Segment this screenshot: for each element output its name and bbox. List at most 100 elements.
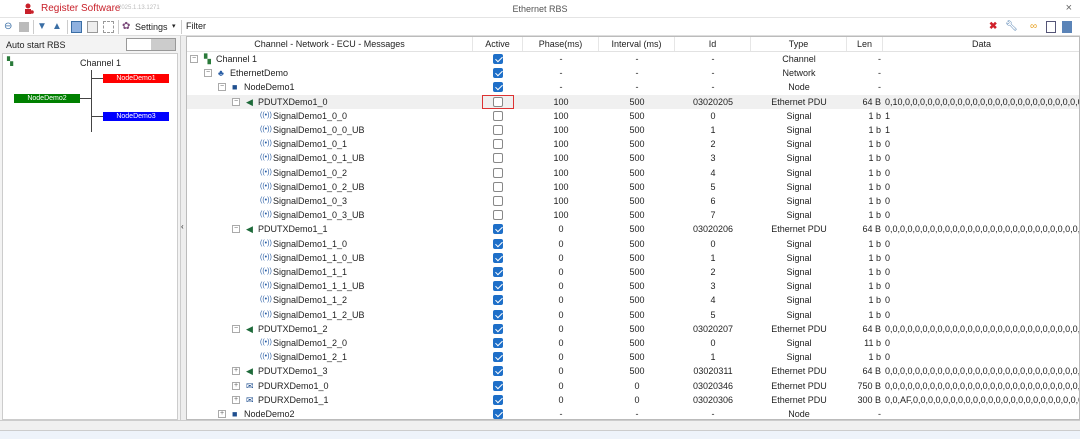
table-row[interactable]: ((•)) SignalDemo1_1_2 0 500 4 Signal 1 b 0: [187, 293, 1079, 307]
node-demo3[interactable]: NodeDemo3: [103, 112, 169, 121]
chevron-down-icon[interactable]: ▾: [172, 21, 176, 33]
active-checkbox[interactable]: [493, 210, 503, 221]
table-row[interactable]: + ✉ PDURXDemo1_1 0 0 03020306 Ethernet PDU 300 …: [187, 393, 1079, 407]
node-demo2[interactable]: NodeDemo2: [14, 94, 80, 103]
auto-start-toggle[interactable]: [126, 38, 176, 51]
active-checkbox[interactable]: [493, 238, 503, 249]
collapse-icon[interactable]: −: [218, 83, 226, 92]
table-row[interactable]: ((•)) SignalDemo1_0_2 100 500 4 Signal 1 b 0: [187, 166, 1079, 180]
horizontal-scrollbar[interactable]: [0, 420, 1080, 430]
tree-cell: ((•)) SignalDemo1_0_0_UB: [187, 123, 473, 137]
table-row[interactable]: ((•)) SignalDemo1_1_1_UB 0 500 3 Signal 1 b 0: [187, 279, 1079, 293]
active-checkbox[interactable]: [493, 54, 503, 64]
active-checkbox[interactable]: [493, 394, 503, 405]
active-checkbox[interactable]: [493, 281, 503, 292]
table-row[interactable]: + ■ NodeDemo2 - - - Node -: [187, 407, 1079, 419]
collapse-icon[interactable]: −: [204, 69, 212, 78]
table-row[interactable]: ((•)) SignalDemo1_2_0 0 500 0 Signal 11 b 0: [187, 336, 1079, 350]
active-checkbox[interactable]: [493, 252, 503, 263]
interval-cell: 500: [629, 309, 645, 320]
table-row[interactable]: ((•)) SignalDemo1_0_3 100 500 6 Signal 1 b 0: [187, 194, 1079, 208]
collapse-icon[interactable]: −: [232, 324, 240, 333]
window-export-icon[interactable]: [1062, 21, 1072, 33]
collapse-icon[interactable]: −: [232, 225, 240, 234]
settings-button[interactable]: Settings: [135, 21, 168, 33]
start-icon[interactable]: ⊖: [4, 21, 12, 33]
stop-icon[interactable]: [19, 22, 29, 32]
id-cell: 4: [710, 295, 716, 306]
clear-filter-icon[interactable]: ✖: [989, 21, 997, 33]
active-checkbox[interactable]: [493, 153, 503, 164]
active-checkbox[interactable]: [493, 181, 503, 192]
node-demo1[interactable]: NodeDemo1: [103, 74, 169, 83]
active-checkbox[interactable]: [493, 352, 503, 363]
table-row[interactable]: ((•)) SignalDemo1_0_1 100 500 2 Signal 1 b 0: [187, 137, 1079, 151]
column-header-3[interactable]: Interval (ms): [599, 37, 675, 51]
active-checkbox[interactable]: [493, 380, 503, 391]
table-row[interactable]: − ▚ Channel 1 - - - Channel -: [187, 52, 1079, 66]
active-checkbox[interactable]: [493, 323, 503, 334]
expand-icon[interactable]: +: [232, 395, 240, 404]
column-header-7[interactable]: Data: [883, 37, 1079, 51]
signal-icon: ((•)): [260, 268, 272, 275]
table-row[interactable]: − ◀ PDUTXDemo1_0 100 500 03020205 Ethernet PDU…: [187, 94, 1079, 109]
active-checkbox[interactable]: [493, 224, 503, 235]
column-header-0[interactable]: Channel - Network - ECU - Messages: [187, 37, 473, 51]
table-row[interactable]: ((•)) SignalDemo1_1_1 0 500 2 Signal 1 b 0: [187, 265, 1079, 279]
active-checkbox[interactable]: [493, 68, 503, 79]
active-checkbox[interactable]: [493, 309, 503, 320]
check-all-icon[interactable]: [71, 21, 82, 33]
table-row[interactable]: − ◀ PDUTXDemo1_1 0 500 03020206 Ethernet PDU 64…: [187, 222, 1079, 236]
column-header-4[interactable]: Id: [675, 37, 751, 51]
table-row[interactable]: + ◀ PDUTXDemo1_3 0 500 03020311 Ethernet PDU 64…: [187, 364, 1079, 378]
table-row[interactable]: − ♣ EthernetDemo - - - Network -: [187, 66, 1079, 80]
active-checkbox[interactable]: [493, 295, 503, 306]
table-row[interactable]: ((•)) SignalDemo1_0_2_UB 100 500 5 Signal 1 b 0: [187, 180, 1079, 194]
table-row[interactable]: ((•)) SignalDemo1_0_1_UB 100 500 3 Signal 1 b 0: [187, 151, 1079, 165]
expand-icon[interactable]: +: [232, 367, 240, 376]
table-row[interactable]: ((•)) SignalDemo1_0_0 100 500 0 Signal 1 b 1: [187, 109, 1079, 123]
active-checkbox[interactable]: [493, 167, 503, 178]
chevron-left-icon[interactable]: ‹: [181, 222, 184, 231]
table-row[interactable]: − ◀ PDUTXDemo1_2 0 500 03020207 Ethernet PDU 64…: [187, 322, 1079, 336]
column-header-5[interactable]: Type: [751, 37, 847, 51]
table-row[interactable]: − ■ NodeDemo1 - - - Node -: [187, 80, 1079, 94]
close-icon[interactable]: ×: [1066, 2, 1072, 14]
table-row[interactable]: ((•)) SignalDemo1_1_2_UB 0 500 5 Signal 1 b 0: [187, 308, 1079, 322]
active-checkbox[interactable]: [493, 366, 503, 377]
list-icon[interactable]: [87, 21, 98, 33]
table-row[interactable]: ((•)) SignalDemo1_0_0_UB 100 500 1 Signal 1 b 1: [187, 123, 1079, 137]
active-checkbox[interactable]: [493, 82, 503, 93]
column-header-2[interactable]: Phase(ms): [523, 37, 599, 51]
active-checkbox[interactable]: [493, 125, 503, 135]
phase-cell: 0: [558, 366, 564, 377]
expand-icon[interactable]: +: [218, 410, 226, 418]
expand-icon[interactable]: +: [232, 381, 240, 390]
wrench-icon[interactable]: 🔧︎: [1005, 21, 1018, 33]
table-row[interactable]: ((•)) SignalDemo1_1_0_UB 0 500 1 Signal 1 b 0: [187, 251, 1079, 265]
active-checkbox[interactable]: [493, 110, 503, 121]
link-icon[interactable]: ∞: [1030, 21, 1037, 33]
window-close-icon[interactable]: [1046, 21, 1056, 33]
active-checkbox[interactable]: [493, 267, 503, 277]
table-row[interactable]: ((•)) SignalDemo1_0_3_UB 100 500 7 Signal 1 b 0: [187, 208, 1079, 222]
active-checkbox[interactable]: [493, 196, 503, 206]
phase-cell: 0: [558, 323, 564, 334]
active-checkbox[interactable]: [493, 139, 503, 150]
column-header-1[interactable]: Active: [473, 37, 523, 51]
table-row[interactable]: ((•)) SignalDemo1_2_1 0 500 1 Signal 1 b 0: [187, 350, 1079, 364]
interval-cell: 500: [629, 224, 645, 235]
collapse-icon[interactable]: −: [190, 55, 198, 63]
collapse-up-icon[interactable]: ▲: [52, 21, 62, 33]
table-row[interactable]: ((•)) SignalDemo1_1_0 0 500 0 Signal 1 b 0: [187, 237, 1079, 251]
len-cell: 1 b: [868, 125, 881, 135]
active-checkbox[interactable]: [493, 338, 503, 348]
filter-label[interactable]: Filter: [186, 21, 206, 31]
collapse-icon[interactable]: −: [232, 97, 240, 106]
expand-down-icon[interactable]: ▼: [37, 21, 47, 33]
id-cell: 0: [710, 110, 716, 121]
table-row[interactable]: + ✉ PDURXDemo1_0 0 0 03020346 Ethernet PDU 750 …: [187, 379, 1079, 393]
active-checkbox[interactable]: [493, 409, 503, 419]
column-header-6[interactable]: Len: [847, 37, 883, 51]
uncheck-all-icon[interactable]: [103, 21, 114, 33]
